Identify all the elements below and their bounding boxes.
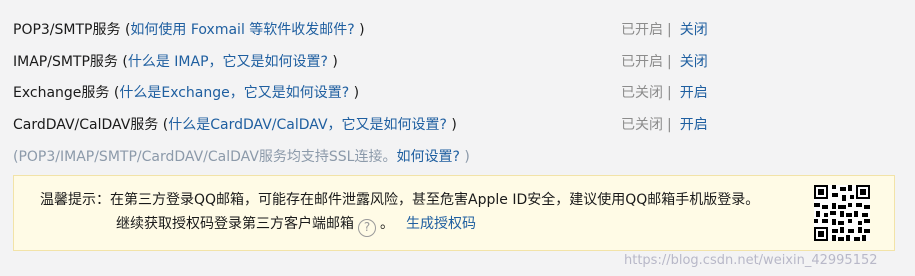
service-status: 已关闭 | 开启: [621, 83, 708, 103]
service-name: CardDAV/CalDAV服务: [13, 117, 159, 133]
generate-auth-code-link[interactable]: 生成授权码: [406, 216, 476, 232]
close-imap-button[interactable]: 关闭: [680, 54, 708, 70]
help-link-exchange[interactable]: 什么是Exchange，它又是如何设置?: [119, 85, 349, 101]
paren-open: (: [120, 22, 131, 38]
service-status: 已关闭 | 开启: [621, 115, 708, 135]
help-circle-icon[interactable]: ?: [358, 219, 376, 237]
status-text: 已关闭: [621, 117, 663, 133]
notice-line-1: 温馨提示：在第三方登录QQ邮箱，可能存在邮件泄露风险，甚至危害Apple ID安…: [40, 192, 760, 208]
enable-exchange-button[interactable]: 开启: [680, 85, 708, 101]
close-pop3-button[interactable]: 关闭: [680, 22, 708, 38]
help-link-pop3[interactable]: 如何使用 Foxmail 等软件收发邮件?: [130, 22, 354, 38]
watermark: https://blog.csdn.net/weixin_42995152: [624, 253, 878, 268]
notice-line-2-text: 继续获取授权码登录第三方客户端邮箱: [116, 216, 354, 232]
paren-open: (: [158, 117, 169, 133]
qr-code-icon: [814, 185, 870, 241]
status-separator: |: [667, 22, 672, 38]
status-text: 已开启: [621, 54, 663, 70]
service-row-imap: IMAP/SMTP服务 (什么是 IMAP，它又是如何设置? ) 已开启 | 关闭: [13, 52, 903, 72]
notice-line-2: 继续获取授权码登录第三方客户端邮箱?。生成授权码: [116, 214, 476, 237]
service-name: IMAP/SMTP服务: [13, 54, 118, 70]
notice-period: 。: [380, 216, 394, 232]
service-name: Exchange服务: [13, 85, 110, 101]
status-text: 已开启: [621, 22, 663, 38]
paren-open: (: [109, 85, 120, 101]
status-separator: |: [667, 85, 672, 101]
status-text: 已关闭: [621, 85, 663, 101]
service-row-exchange: Exchange服务 (什么是Exchange，它又是如何设置? ) 已关闭 | 开…: [13, 83, 903, 103]
help-link-imap[interactable]: 什么是 IMAP，它又是如何设置?: [128, 54, 328, 70]
ssl-note: (POP3/IMAP/SMTP/CardDAV/CalDAV服务均支持SSL连接…: [13, 146, 470, 166]
enable-carddav-button[interactable]: 开启: [680, 117, 708, 133]
notice-box: 温馨提示：在第三方登录QQ邮箱，可能存在邮件泄露风险，甚至危害Apple ID安…: [13, 175, 895, 251]
help-link-carddav[interactable]: 什么是CardDAV/CalDAV，它又是如何设置?: [168, 117, 447, 133]
status-separator: |: [667, 54, 672, 70]
paren-close: ): [446, 117, 457, 133]
paren-open: (: [117, 54, 128, 70]
service-row-pop3: POP3/SMTP服务 (如何使用 Foxmail 等软件收发邮件? ) 已开启…: [13, 20, 903, 40]
ssl-note-text: (POP3/IMAP/SMTP/CardDAV/CalDAV服务均支持SSL连接…: [13, 149, 397, 165]
paren-close: ): [327, 54, 338, 70]
paren-close: ): [349, 85, 360, 101]
ssl-note-close: ): [459, 149, 470, 165]
ssl-setup-link[interactable]: 如何设置?: [396, 149, 459, 165]
service-status: 已开启 | 关闭: [621, 52, 708, 72]
service-status: 已开启 | 关闭: [621, 20, 708, 40]
paren-close: ): [354, 22, 365, 38]
service-name: POP3/SMTP服务: [13, 22, 121, 38]
service-row-carddav: CardDAV/CalDAV服务 (什么是CardDAV/CalDAV，它又是如…: [13, 115, 903, 135]
status-separator: |: [667, 117, 672, 133]
